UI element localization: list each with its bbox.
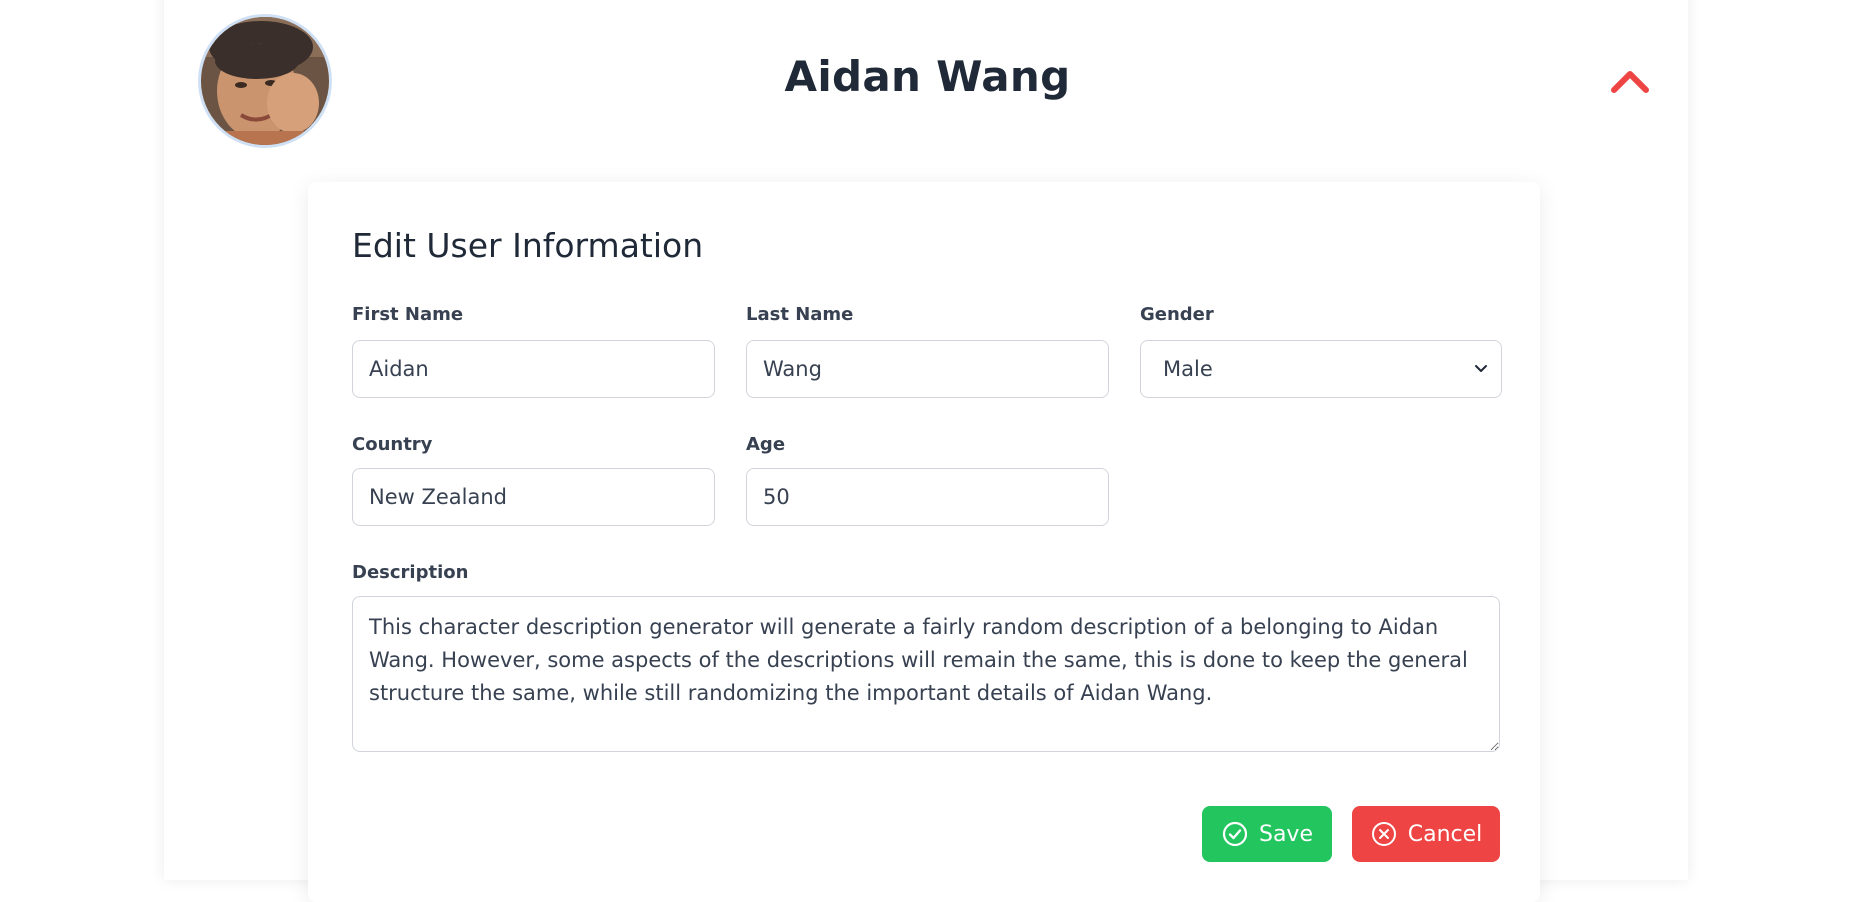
save-label: Save	[1258, 821, 1313, 847]
profile-header: Aidan Wang	[0, 0, 1855, 160]
last-name-field[interactable]	[746, 340, 1109, 398]
age-label: Age	[746, 434, 786, 455]
cancel-button[interactable]: Cancel	[1352, 806, 1500, 862]
last-name-label: Last Name	[746, 304, 854, 325]
age-field[interactable]	[746, 468, 1109, 526]
gender-select[interactable]: Male	[1140, 340, 1502, 398]
chevron-up-icon	[1611, 71, 1649, 93]
collapse-toggle[interactable]	[1608, 60, 1652, 100]
x-circle-icon	[1371, 822, 1396, 846]
description-label: Description	[352, 562, 469, 583]
save-button[interactable]: Save	[1202, 806, 1332, 862]
gender-label: Gender	[1140, 304, 1214, 325]
profile-name: Aidan Wang	[784, 52, 1071, 101]
description-field[interactable]: This character description generator wil…	[352, 596, 1500, 752]
cancel-label: Cancel	[1407, 821, 1483, 847]
gender-selected-value: Male	[1163, 357, 1213, 381]
check-circle-icon	[1222, 821, 1248, 847]
first-name-label: First Name	[352, 304, 464, 325]
country-field[interactable]	[352, 468, 715, 526]
form-heading: Edit User Information	[352, 226, 704, 265]
first-name-field[interactable]	[352, 340, 715, 398]
country-label: Country	[352, 434, 433, 455]
edit-form-card: Edit User Information First Name Last Na…	[308, 182, 1540, 902]
chevron-down-icon	[1475, 365, 1487, 372]
